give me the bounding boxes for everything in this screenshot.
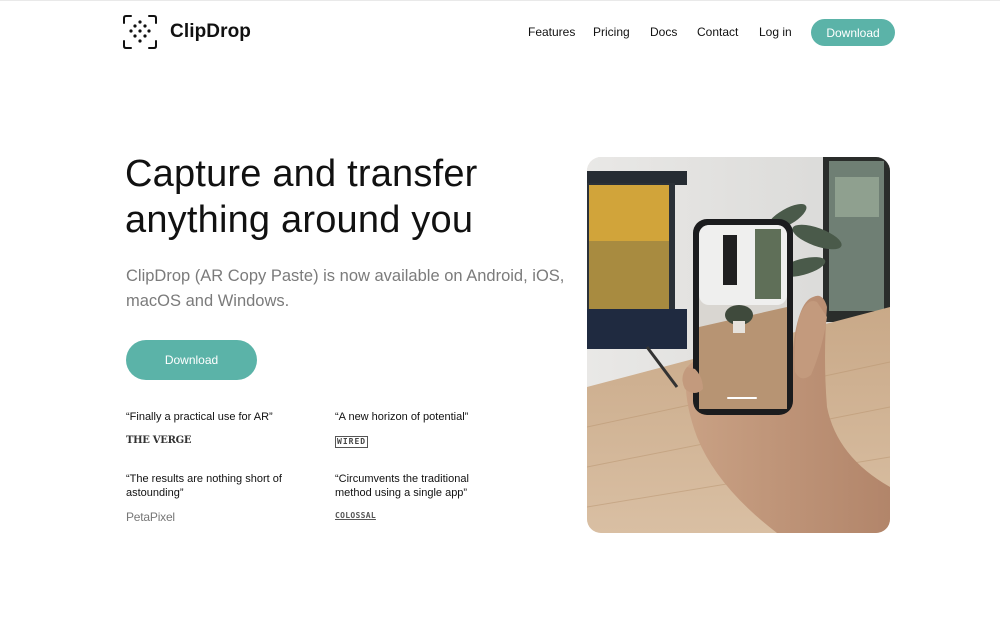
- nav-pricing[interactable]: Pricing: [593, 25, 630, 39]
- hero-title: Capture and transfer anything around you: [125, 151, 555, 243]
- nav-contact[interactable]: Contact: [697, 25, 738, 39]
- press-logo-petapixel: PetaPixel: [126, 510, 175, 524]
- press-logo-wired: WIRED: [335, 436, 369, 448]
- main-nav: Features Pricing Docs Contact Log in Dow…: [0, 19, 1000, 46]
- press-logo-the-verge: THE VERGE: [126, 435, 192, 446]
- nav-features[interactable]: Features: [528, 25, 575, 39]
- nav-login[interactable]: Log in: [759, 25, 792, 39]
- quote-text: “Finally a practical use for AR”: [126, 411, 273, 423]
- hero-download-button[interactable]: Download: [126, 340, 257, 380]
- quote-text: “A new horizon of potential”: [335, 411, 469, 423]
- quote-text: “Circumvents the traditional method usin…: [335, 473, 469, 499]
- site-header: ClipDrop Features Pricing Docs Contact L…: [0, 0, 1000, 64]
- wired-logo-letters: WIRED: [335, 436, 369, 448]
- hero-subtitle: ClipDrop (AR Copy Paste) is now availabl…: [126, 267, 565, 310]
- nav-docs[interactable]: Docs: [650, 25, 677, 39]
- hero-title-line-2: anything around you: [125, 199, 474, 241]
- hero-photo-illustration: [587, 157, 890, 533]
- press-logo-colossal: COLOSSAL: [335, 511, 376, 520]
- header-download-button[interactable]: Download: [811, 19, 895, 46]
- hero-image: [587, 157, 890, 533]
- quote-text: “The results are nothing short of astoun…: [126, 473, 282, 499]
- hero-title-line-1: Capture and transfer: [125, 153, 478, 195]
